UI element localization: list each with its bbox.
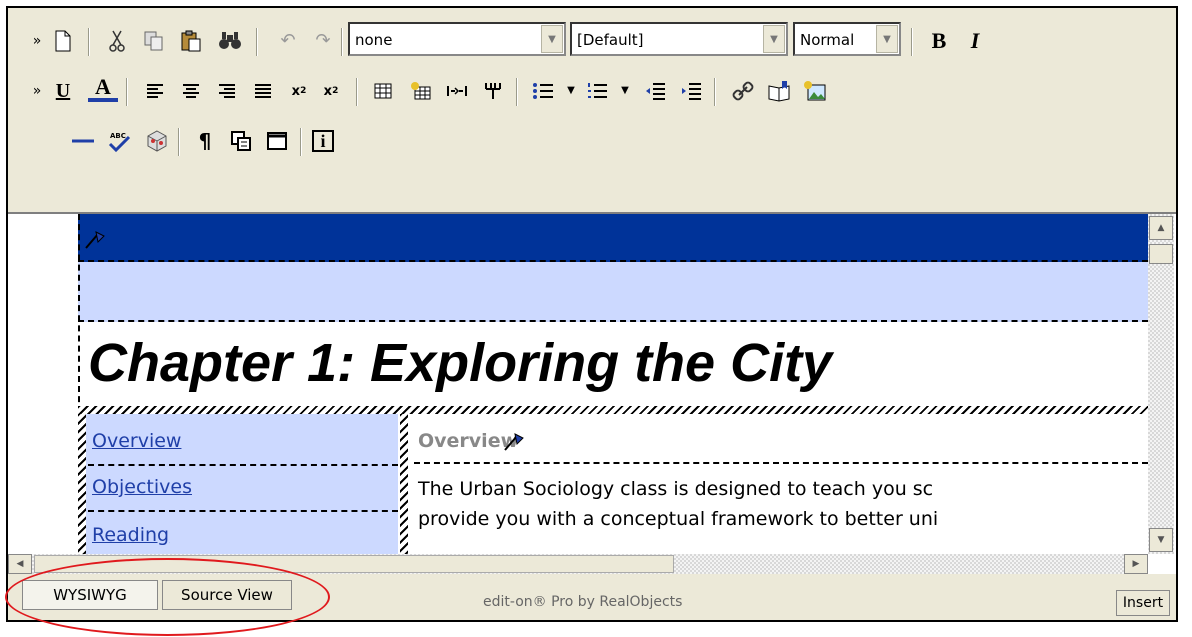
- subheader-band: [78, 262, 1148, 322]
- section-divider: [414, 462, 1148, 464]
- scroll-down-icon[interactable]: ▼: [1149, 528, 1173, 552]
- table-border: [78, 406, 1148, 414]
- outdent-icon[interactable]: [640, 76, 670, 106]
- nav-link-reading[interactable]: Reading: [92, 524, 169, 546]
- toolbar-separator: [178, 128, 180, 156]
- align-left-icon[interactable]: [140, 76, 170, 106]
- fullscreen-icon[interactable]: [262, 126, 292, 156]
- split-cell-icon[interactable]: [442, 76, 472, 106]
- align-center-icon[interactable]: [176, 76, 206, 106]
- toolbar-row-3: ABC ¶ i: [8, 116, 1176, 166]
- superscript-icon[interactable]: x2: [316, 76, 346, 106]
- style-select-value: none: [355, 31, 393, 49]
- toolbar-separator: [341, 28, 343, 56]
- page-title: Chapter 1: Exploring the City: [88, 333, 833, 393]
- chevron-down-icon[interactable]: ▼: [541, 25, 563, 53]
- table-border: [400, 414, 408, 554]
- toolbar-row-1: » ↶ ↷ none ▼ [Default] ▼ Normal ▼ B I: [8, 16, 1176, 66]
- undo-icon[interactable]: ↶: [273, 26, 303, 56]
- object-icon[interactable]: [142, 126, 172, 156]
- chevron-down-icon[interactable]: ▼: [763, 25, 785, 53]
- body-text-line: The Urban Sociology class is designed to…: [418, 478, 934, 500]
- tab-source-view[interactable]: Source View: [162, 580, 292, 610]
- new-document-icon[interactable]: [48, 26, 78, 56]
- paste-icon[interactable]: [176, 26, 206, 56]
- nav-divider: [88, 510, 398, 512]
- anchor-icon: [85, 231, 105, 249]
- insert-mode-indicator: Insert: [1116, 590, 1170, 616]
- document-content[interactable]: Chapter 1: Exploring the City Overview O…: [78, 214, 1148, 554]
- toolbar-separator: [911, 28, 913, 56]
- table-border: [78, 414, 86, 554]
- cut-icon[interactable]: [102, 26, 132, 56]
- insert-cell-icon[interactable]: [406, 76, 436, 106]
- underline-icon[interactable]: U: [48, 76, 78, 106]
- toolbar-grip[interactable]: »: [32, 30, 42, 52]
- nav-link-overview[interactable]: Overview: [92, 430, 181, 452]
- insert-image-icon[interactable]: [800, 76, 830, 106]
- hyperlink-icon[interactable]: [728, 76, 758, 106]
- toolbar-grip[interactable]: »: [32, 80, 42, 102]
- horizontal-scrollbar[interactable]: ◀ ▶: [8, 554, 1148, 574]
- status-bar: WYSIWYG Source View edit-on® Pro by Real…: [8, 574, 1176, 620]
- italic-icon[interactable]: I: [960, 26, 990, 56]
- toolbar-separator: [714, 78, 716, 106]
- nav-divider: [88, 464, 398, 466]
- toolbar-separator: [300, 128, 302, 156]
- tab-wysiwyg[interactable]: WYSIWYG: [22, 580, 158, 610]
- font-color-icon[interactable]: A: [88, 76, 118, 102]
- special-char-icon[interactable]: [226, 126, 256, 156]
- credit-text: edit-on® Pro by RealObjects: [483, 594, 683, 610]
- anchor-icon: [504, 433, 524, 451]
- nav-link-objectives[interactable]: Objectives: [92, 476, 192, 498]
- toolbar-row-2: » U A x2 x2 ▼ ▼: [8, 66, 1176, 116]
- size-select[interactable]: Normal ▼: [793, 22, 901, 56]
- style-select[interactable]: none ▼: [348, 22, 566, 56]
- scroll-thumb[interactable]: [34, 555, 674, 573]
- header-band: [78, 214, 1148, 262]
- editor-canvas[interactable]: Chapter 1: Exploring the City Overview O…: [8, 212, 1176, 574]
- indent-icon[interactable]: [676, 76, 706, 106]
- size-select-value: Normal: [800, 31, 855, 49]
- chevron-down-icon[interactable]: ▼: [610, 76, 640, 106]
- chevron-down-icon[interactable]: ▼: [876, 25, 898, 53]
- toolbar-separator: [256, 28, 258, 56]
- justify-icon[interactable]: [248, 76, 278, 106]
- horizontal-rule-icon[interactable]: [68, 126, 98, 156]
- toolbar-separator: [126, 78, 128, 106]
- find-icon[interactable]: [215, 26, 245, 56]
- subscript-icon[interactable]: x2: [284, 76, 314, 106]
- bold-icon[interactable]: B: [924, 26, 954, 56]
- scroll-left-icon[interactable]: ◀: [8, 554, 32, 574]
- merge-cell-icon[interactable]: [478, 76, 508, 106]
- scroll-up-icon[interactable]: ▲: [1149, 216, 1173, 240]
- scroll-right-icon[interactable]: ▶: [1124, 554, 1148, 574]
- toolbar-separator: [88, 28, 90, 56]
- scroll-thumb[interactable]: [1149, 244, 1173, 264]
- font-select[interactable]: [Default] ▼: [570, 22, 788, 56]
- vertical-scrollbar[interactable]: ▲ ▼: [1148, 214, 1174, 554]
- svg-text:ABC: ABC: [110, 132, 126, 140]
- copy-icon[interactable]: [139, 26, 169, 56]
- redo-icon[interactable]: ↷: [308, 26, 338, 56]
- editor-window: » ↶ ↷ none ▼ [Default] ▼ Normal ▼ B I » …: [6, 6, 1178, 622]
- toolbar-separator: [516, 78, 518, 106]
- paragraph-marks-icon[interactable]: ¶: [190, 126, 220, 156]
- table-icon[interactable]: [368, 76, 398, 106]
- bookmark-icon[interactable]: [764, 76, 794, 106]
- numbered-list-icon[interactable]: [582, 76, 612, 106]
- font-select-value: [Default]: [577, 31, 644, 49]
- body-text-line: provide you with a conceptual framework …: [418, 508, 939, 530]
- toolbar-separator: [356, 78, 358, 106]
- align-right-icon[interactable]: [212, 76, 242, 106]
- spell-check-icon[interactable]: ABC: [104, 126, 134, 156]
- bullet-list-icon[interactable]: [528, 76, 558, 106]
- about-icon[interactable]: i: [312, 130, 334, 152]
